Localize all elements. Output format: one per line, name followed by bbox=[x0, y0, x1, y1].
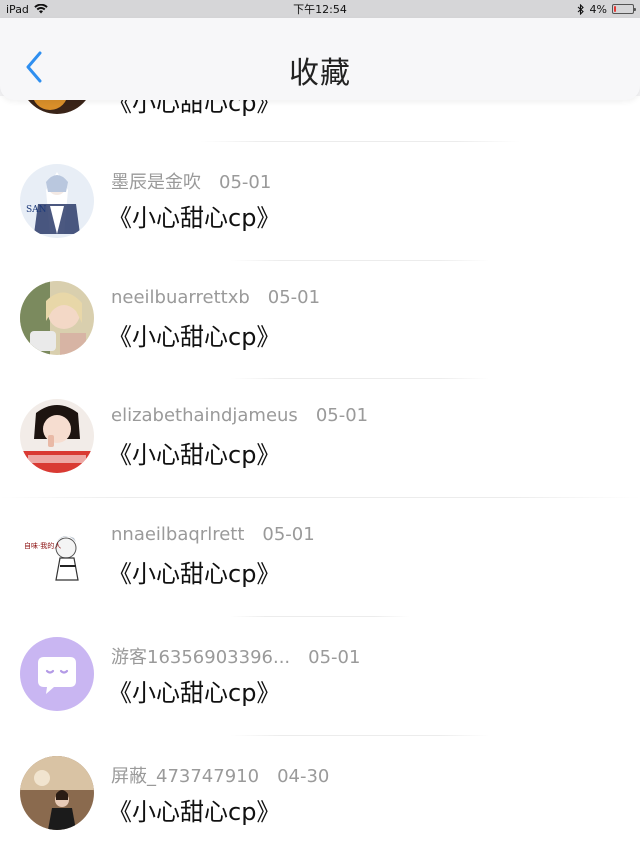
username[interactable]: 游客16356903396... bbox=[111, 643, 290, 669]
list-item[interactable]: 自味·我的人 nnaeilbaqrlrett 05-01 《小心甜心cp》 bbox=[0, 498, 640, 616]
comment-text: 《小心甜心cp》 bbox=[108, 323, 281, 351]
list-item[interactable]: elizabethaindjameus 05-01 《小心甜心cp》 bbox=[0, 379, 640, 497]
battery-percent: 4% bbox=[589, 2, 607, 16]
avatar[interactable]: SAN bbox=[20, 164, 94, 238]
device-label: iPad bbox=[6, 2, 29, 16]
post-date: 05-01 bbox=[308, 647, 361, 668]
comment-text: 《小心甜心cp》 bbox=[108, 560, 281, 588]
username[interactable]: neeilbuarrettxb bbox=[111, 287, 250, 308]
post-date: 05-01 bbox=[219, 172, 272, 193]
avatar[interactable] bbox=[20, 637, 94, 711]
svg-text:自味·我的人: 自味·我的人 bbox=[24, 541, 61, 550]
meta-line: nnaeilbaqrlrett 05-01 bbox=[111, 524, 315, 545]
status-time: 下午12:54 bbox=[293, 3, 347, 16]
username[interactable]: nnaeilbaqrlrett bbox=[111, 524, 244, 545]
username[interactable]: elizabethaindjameus bbox=[111, 405, 298, 426]
page-title: 收藏 bbox=[289, 56, 351, 91]
battery-icon bbox=[612, 4, 636, 14]
post-date: 05-01 bbox=[262, 524, 315, 545]
meta-line: 屏蔽_473747910 04-30 bbox=[111, 762, 329, 788]
meta-line: 游客16356903396... 05-01 bbox=[111, 643, 360, 669]
meta-line: 墨辰是金吹 05-01 bbox=[111, 168, 271, 194]
favorites-list[interactable]: 24 《小心甜心cp》 SAN 墨辰是金吹 05-01 《小心甜心cp》 bbox=[0, 96, 640, 853]
status-bar: iPad 下午12:54 4% bbox=[0, 0, 640, 18]
wifi-icon bbox=[34, 4, 48, 14]
list-item[interactable]: neeilbuarrettxb 05-01 《小心甜心cp》 bbox=[0, 261, 640, 379]
list-item[interactable]: 屏蔽_473747910 04-30 《小心甜心cp》 bbox=[0, 736, 640, 853]
comment-text: 《小心甜心cp》 bbox=[108, 679, 281, 707]
nav-header: 收藏 bbox=[0, 18, 640, 100]
avatar[interactable] bbox=[20, 756, 94, 830]
comment-text: 《小心甜心cp》 bbox=[108, 441, 281, 469]
status-left: iPad bbox=[6, 3, 48, 16]
post-date: 04-30 bbox=[277, 766, 330, 787]
avatar[interactable] bbox=[20, 281, 94, 355]
status-right: 4% bbox=[577, 2, 636, 16]
comment-text: 《小心甜心cp》 bbox=[108, 798, 281, 826]
list-item[interactable]: SAN 墨辰是金吹 05-01 《小心甜心cp》 bbox=[0, 142, 640, 260]
username[interactable]: 墨辰是金吹 bbox=[111, 168, 201, 194]
svg-text:SAN: SAN bbox=[26, 205, 47, 215]
meta-line: neeilbuarrettxb 05-01 bbox=[111, 287, 320, 308]
chat-bubble-icon bbox=[38, 657, 76, 694]
comment-text: 《小心甜心cp》 bbox=[108, 204, 281, 232]
post-date: 05-01 bbox=[315, 405, 369, 426]
avatar[interactable] bbox=[20, 399, 94, 473]
post-date: 05-01 bbox=[267, 287, 321, 308]
bluetooth-icon bbox=[577, 3, 584, 15]
meta-line: elizabethaindjameus 05-01 bbox=[111, 405, 368, 426]
list-item[interactable]: 游客16356903396... 05-01 《小心甜心cp》 bbox=[0, 617, 640, 735]
avatar[interactable]: 自味·我的人 bbox=[20, 518, 94, 592]
username[interactable]: 屏蔽_473747910 bbox=[111, 762, 259, 788]
